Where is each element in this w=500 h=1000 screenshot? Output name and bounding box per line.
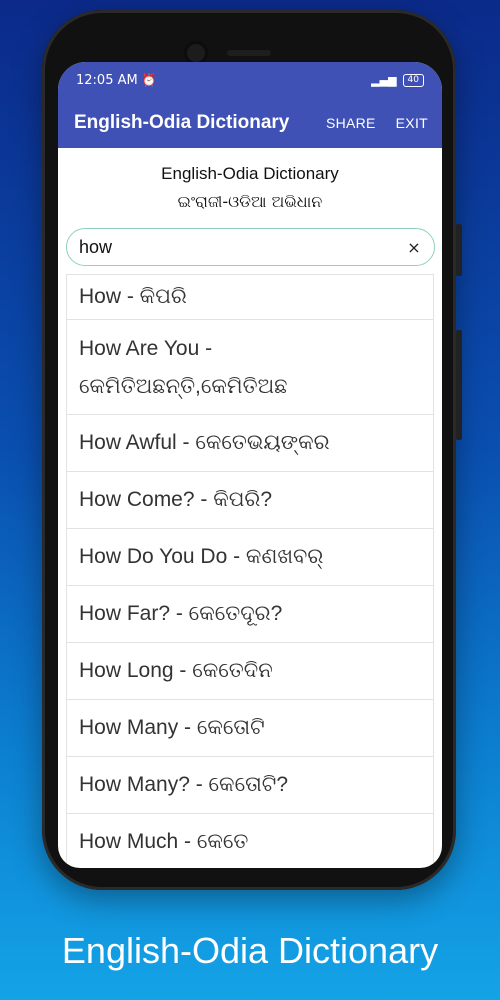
volume-button xyxy=(456,224,462,276)
list-item[interactable]: How Are You - କେମିତିଅଛନ୍ତି,କେମିତିଅଛ xyxy=(67,320,433,415)
power-button xyxy=(456,330,462,440)
camera-icon xyxy=(187,44,205,62)
list-item[interactable]: How Do You Do - କଣଖବର୍ xyxy=(67,529,433,586)
status-bar: 12:05 AM ⏰ ▂▄▆ 40 xyxy=(58,62,442,98)
status-time: 12:05 AM xyxy=(76,72,138,88)
promo-caption: English-Odia Dictionary xyxy=(61,930,439,971)
header-title-english: English-Odia Dictionary xyxy=(161,164,339,183)
list-item[interactable]: How Much - କେତେ xyxy=(67,814,433,868)
exit-button[interactable]: EXIT xyxy=(396,115,428,131)
list-item[interactable]: How Far? - କେତେଦୂର? xyxy=(67,586,433,643)
header-title-odia: ଇଂରାଜୀ-ଓଡିଆ ଅଭିଧାନ xyxy=(177,192,323,211)
list-item[interactable]: How Awful - କେତେଭୟଙ୍କର xyxy=(67,415,433,472)
clear-icon[interactable]: × xyxy=(406,238,422,257)
list-item[interactable]: How Many? - କେତୋଟି? xyxy=(67,757,433,814)
app-title: English-Odia Dictionary xyxy=(74,112,290,133)
list-item[interactable]: How - କିପରି xyxy=(67,275,433,320)
status-right: ▂▄▆ 40 xyxy=(371,73,424,87)
dictionary-header: English-Odia Dictionary ଇଂରାଜୀ-ଓଡିଆ ଅଭିଧ… xyxy=(58,148,442,214)
search-field[interactable]: how × xyxy=(66,228,435,266)
search-input[interactable]: how xyxy=(79,237,406,258)
battery-icon: 40 xyxy=(402,73,424,87)
signal-icon: ▂▄▆ xyxy=(371,73,397,87)
alarm-icon: ⏰ xyxy=(141,73,157,87)
share-button[interactable]: SHARE xyxy=(326,115,376,131)
results-list: How - କିପରି How Are You - କେମିତିଅଛନ୍ତି,କ… xyxy=(66,274,434,868)
screen: 12:05 AM ⏰ ▂▄▆ 40 English-Odia Dictionar… xyxy=(58,62,442,868)
list-item[interactable]: How Many - କେତୋଟି xyxy=(67,700,433,757)
earpiece xyxy=(227,50,271,56)
app-bar: English-Odia Dictionary SHARE EXIT xyxy=(58,98,442,148)
list-item[interactable]: How Come? - କିପରି? xyxy=(67,472,433,529)
list-item[interactable]: How Long - କେତେଦିନ xyxy=(67,643,433,700)
